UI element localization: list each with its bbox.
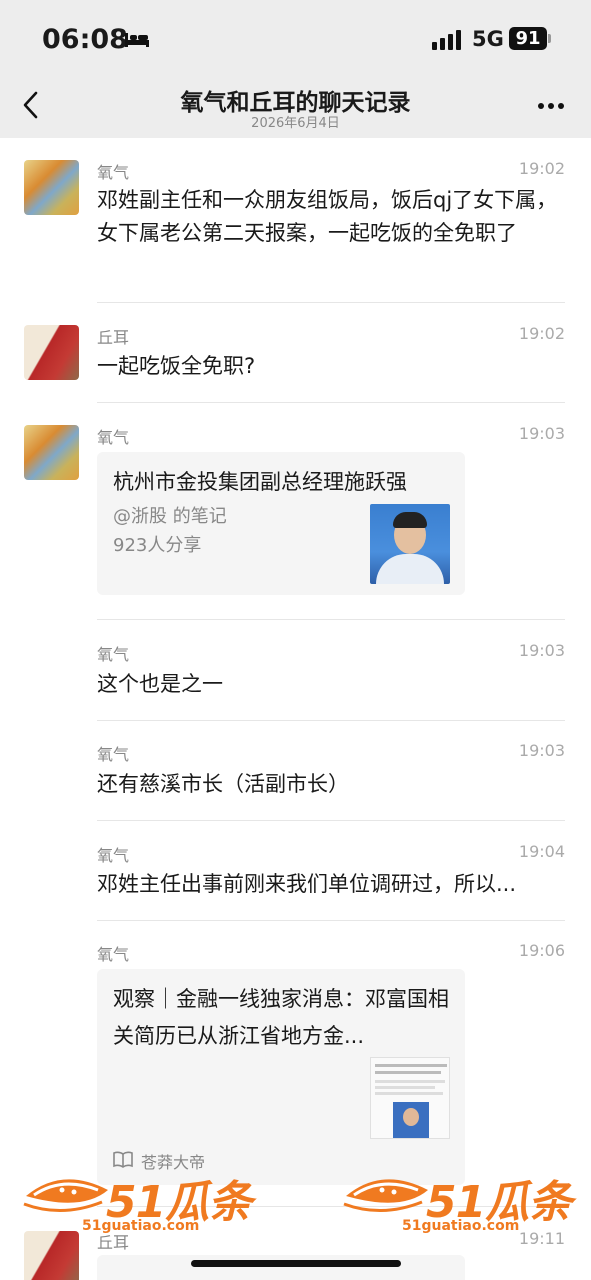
cellular-signal-icon (432, 30, 461, 50)
avatar[interactable] (24, 425, 79, 480)
shared-note-card[interactable]: 杭州市金投集团副总经理施跃强 @浙股 的笔记 923人分享 (97, 452, 465, 595)
card-thumbnail (370, 1057, 450, 1139)
message-time: 19:04 (518, 842, 565, 861)
divider (97, 820, 565, 821)
divider (97, 619, 565, 620)
shared-card-partial[interactable] (97, 1255, 465, 1280)
divider (97, 720, 565, 721)
avatar[interactable] (24, 1231, 79, 1280)
message-time: 19:06 (518, 941, 565, 960)
message-time: 19:03 (518, 424, 565, 443)
page-subtitle-date: 2026年6月4日 (251, 116, 340, 131)
message-time: 19:02 (518, 159, 565, 178)
battery-tip (548, 34, 551, 43)
sender-name: 氧气 (97, 745, 130, 764)
sender-name: 丘耳 (97, 1233, 130, 1252)
message-time: 19:11 (518, 1229, 565, 1248)
sleep-mode-icon (125, 33, 149, 47)
divider (97, 402, 565, 403)
card-source: 苍莽大帝 (141, 1153, 206, 1172)
home-indicator[interactable] (191, 1260, 401, 1267)
status-bar: 06:08 5G 91 (0, 0, 591, 78)
message-text[interactable]: 这个也是之一 (97, 668, 563, 701)
battery-level: 91 (509, 27, 547, 50)
nav-bar: 氧气和丘耳的聊天记录 2026年6月4日 (0, 78, 591, 138)
message-time: 19:03 (518, 741, 565, 760)
book-icon (113, 1151, 133, 1168)
message-text[interactable]: 还有慈溪市长（活副市长） (97, 768, 563, 801)
message-time: 19:02 (518, 324, 565, 343)
more-dots-icon[interactable] (537, 102, 565, 110)
status-time: 06:08 (42, 24, 128, 55)
sender-name: 氧气 (97, 846, 130, 865)
card-source: @浙股 的笔记 (113, 506, 227, 527)
message-text[interactable]: 一起吃饭全免职? (97, 350, 563, 383)
avatar[interactable] (24, 160, 79, 215)
card-share-count: 923人分享 (113, 535, 202, 556)
sender-name: 氧气 (97, 945, 130, 964)
card-thumbnail (370, 504, 450, 584)
divider (97, 1206, 565, 1207)
message-time: 19:03 (518, 641, 565, 660)
shared-article-card[interactable]: 观察｜金融一线独家消息：邓富国相关简历已从浙江省地方金... 苍莽大帝 (97, 969, 465, 1185)
message-text[interactable]: 邓姓主任出事前刚来我们单位调研过，所以... (97, 868, 563, 901)
divider (97, 302, 565, 303)
sender-name: 氧气 (97, 428, 130, 447)
sender-name: 丘耳 (97, 328, 130, 347)
divider (97, 920, 565, 921)
card-title: 杭州市金投集团副总经理施跃强 (113, 470, 407, 494)
message-text[interactable]: 邓姓副主任和一众朋友组饭局，饭后qj了女下属，女下属老公第二天报案，一起吃饭的全… (97, 184, 563, 250)
network-type: 5G (472, 27, 504, 51)
sender-name: 氧气 (97, 645, 130, 664)
chat-history-list[interactable]: 氧气 19:02 邓姓副主任和一众朋友组饭局，饭后qj了女下属，女下属老公第二天… (0, 138, 591, 1280)
card-title: 观察｜金融一线独家消息：邓富国相关简历已从浙江省地方金... (113, 987, 449, 1048)
avatar[interactable] (24, 325, 79, 380)
sender-name: 氧气 (97, 163, 130, 182)
